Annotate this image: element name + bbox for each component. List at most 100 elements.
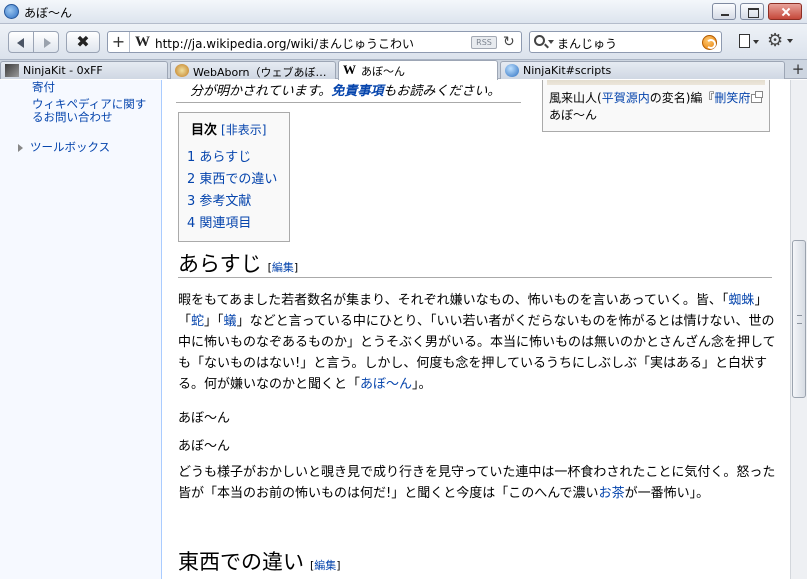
maximize-button[interactable] [740, 3, 764, 20]
tab-ninjakit[interactable]: NinjaKit - 0xFF [0, 61, 168, 79]
back-arrow-icon [17, 38, 24, 48]
caption-text: の変名)編『 [649, 91, 715, 105]
edit-bracket: ] [336, 559, 341, 572]
magnify-icon[interactable] [751, 91, 764, 103]
sidebar-item-toolbox[interactable]: ツールボックス [30, 141, 110, 154]
disclaimer-pre: 分が明かされています。 [190, 84, 332, 99]
rss-button[interactable]: RSS [471, 36, 497, 49]
webaborn-icon [175, 64, 189, 77]
forward-button[interactable] [33, 31, 59, 53]
edit-link[interactable]: 編集 [272, 261, 294, 274]
url-input[interactable]: http://ja.wikipedia.org/wiki/まんじゅうこわい [155, 35, 414, 52]
paragraph-text: が一番怖い」。 [624, 486, 710, 501]
caption-text: あぼ〜ん [549, 108, 598, 122]
wikipedia-favicon-icon: W [135, 34, 150, 50]
section-title: 東西での違い [178, 550, 304, 574]
close-button[interactable] [768, 3, 802, 20]
toc-header: 目次 [非表示] [191, 119, 266, 138]
add-bookmark-button[interactable]: + [108, 32, 130, 52]
vertical-scrollbar[interactable] [790, 80, 807, 579]
link-ant[interactable]: 蟻 [224, 314, 237, 329]
expand-triangle-icon[interactable] [18, 144, 23, 152]
caption-link-sanshofu[interactable]: 刪笑府 [714, 91, 750, 105]
sidebar-item-contact[interactable]: ウィキペディアに関するお問い合わせ [32, 98, 157, 124]
minimize-button[interactable] [712, 3, 736, 20]
search-icon[interactable] [534, 35, 545, 46]
paragraph: 暇をもてあました若者数名が集まり、それぞれ嫌いなもの、怖いものを言いあっていく。… [178, 290, 778, 395]
edit-bracket: ] [293, 261, 299, 274]
infobox: 風来山人(平賀源内の変名)編『刪笑府あぼ〜ん [542, 80, 770, 132]
gear-icon: ⚙ [767, 30, 784, 51]
search-go-button[interactable] [702, 35, 717, 50]
disclaimer-text: 分が明かされています。免責事項もお読みください。 [190, 80, 500, 99]
tab-label: あぼ〜ん [361, 65, 405, 78]
caption-text: 風来山人( [549, 91, 602, 105]
url-bar[interactable]: + W http://ja.wikipedia.org/wiki/まんじゅうこわ… [107, 31, 522, 53]
section-heading-arasuji: あらすじ [編集] [178, 248, 772, 278]
maximize-icon [741, 4, 763, 19]
tab-label: NinjaKit - 0xFF [23, 64, 103, 77]
caption-link-hiraga[interactable]: 平賀源内 [602, 91, 650, 105]
infobox-image[interactable] [547, 80, 765, 85]
search-engine-dropdown-icon[interactable] [548, 40, 554, 44]
close-icon [769, 4, 801, 19]
disclaimer-post: もお読みください。 [383, 84, 501, 99]
tab-bar: NinjaKit - 0xFF WebAborn（ウェブあぼ… W あぼ〜ん N… [0, 60, 807, 80]
wikipedia-icon: W [343, 62, 356, 77]
stop-button[interactable]: ✖ [66, 31, 100, 53]
toc-item[interactable]: 1 あらすじ [187, 146, 251, 165]
toc-item[interactable]: 2 東西での違い [187, 168, 277, 187]
search-input[interactable]: まんじゅう [557, 35, 617, 52]
tab-label: WebAborn（ウェブあぼ… [193, 66, 327, 79]
paragraph-text: 」などと言っている中にひとり、「いい若い者がくだらないものを怖がるとは情けない、… [178, 314, 776, 392]
section-heading-tozai: 東西での違い [編集] [178, 546, 772, 576]
section-edit: [編集] [268, 261, 299, 274]
page-content: 寄付 ウィキペディアに関するお問い合わせ ツールボックス 分が明かされています。… [0, 80, 790, 579]
infobox-caption: 風来山人(平賀源内の変名)編『刪笑府あぼ〜ん [549, 90, 767, 124]
paragraph-text: 」「 [204, 314, 224, 329]
divider [176, 102, 521, 103]
section-title: あらすじ [178, 252, 262, 276]
globe-icon [505, 64, 519, 77]
link-abon[interactable]: あぼ〜ん [360, 377, 412, 392]
new-tab-button[interactable]: + [789, 60, 807, 78]
toc-item[interactable]: 4 関連項目 [187, 212, 251, 231]
disclaimer-link[interactable]: 免責事項 [331, 84, 383, 99]
back-button[interactable] [8, 31, 34, 53]
title-bar: あぼ〜ん [0, 0, 807, 24]
toc-toggle-link[interactable]: [非表示] [221, 123, 266, 137]
tools-menu-button[interactable]: ⚙ [767, 30, 795, 52]
sidebar-item-donate[interactable]: 寄付 [32, 81, 55, 94]
minimize-icon [713, 4, 735, 19]
navigation-toolbar: ✖ + W http://ja.wikipedia.org/wiki/まんじゅう… [0, 24, 807, 60]
window-title: あぼ〜ん [24, 6, 73, 20]
paragraph: あぼ〜ん [178, 411, 231, 426]
edit-link[interactable]: 編集 [314, 559, 336, 572]
paragraph-text: 」。 [412, 377, 432, 392]
ninja-icon [5, 64, 19, 77]
browser-icon [4, 4, 19, 19]
reload-icon[interactable]: ↻ [503, 34, 515, 50]
tab-webaborn[interactable]: WebAborn（ウェブあぼ… [170, 61, 336, 79]
link-snake[interactable]: 蛇 [191, 314, 204, 329]
link-tea[interactable]: お茶 [599, 486, 625, 501]
stop-icon: ✖ [76, 32, 90, 51]
chevron-down-icon [787, 39, 793, 43]
sidebar: 寄付 ウィキペディアに関するお問い合わせ ツールボックス [0, 80, 162, 579]
article: 分が明かされています。免責事項もお読みください。 風来山人(平賀源内の変名)編『… [162, 80, 790, 579]
table-of-contents: 目次 [非表示] 1 あらすじ 2 東西での違い 3 参考文献 4 関連項目 [178, 112, 290, 242]
paragraph: あぼ〜ん [178, 439, 231, 454]
forward-arrow-icon [44, 38, 51, 48]
section-edit: [編集] [310, 559, 341, 572]
search-bar[interactable]: まんじゅう [529, 31, 722, 53]
link-spider[interactable]: 蜘蛛 [728, 293, 754, 308]
paragraph-text: 暇をもてあました若者数名が集まり、それぞれ嫌いなもの、怖いものを言いあっていく。… [178, 293, 729, 308]
tab-abon[interactable]: W あぼ〜ん [338, 60, 498, 80]
chevron-down-icon [753, 40, 759, 44]
paragraph: どうも様子がおかしいと覗き見で成り行きを見守っていた連中は一杯食わされたことに気… [178, 462, 778, 504]
page-menu-button[interactable] [737, 33, 761, 51]
scrollbar-thumb[interactable] [792, 240, 806, 398]
tab-ninjakit-scripts[interactable]: NinjaKit#scripts [500, 61, 785, 79]
page-icon [739, 34, 750, 48]
toc-item[interactable]: 3 参考文献 [187, 190, 251, 209]
